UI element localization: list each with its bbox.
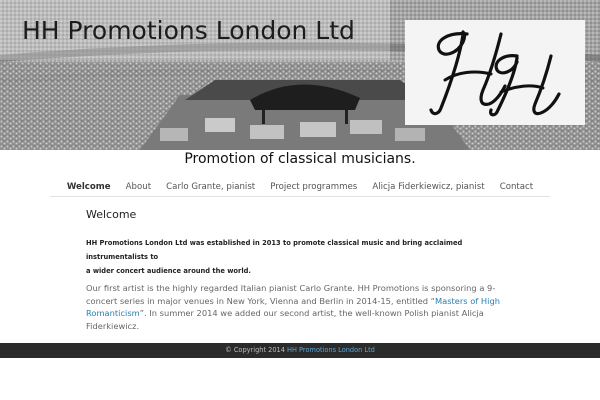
nav-item-welcome[interactable]: Welcome [67, 180, 111, 194]
intro-line-1: HH Promotions London Ltd was established… [86, 239, 463, 261]
footer: © Copyright 2014 HH Promotions London Lt… [0, 343, 600, 358]
intro-paragraph: HH Promotions London Ltd was established… [86, 236, 516, 278]
intro-line-2: a wider concert audience around the worl… [86, 267, 251, 275]
body-paragraph: Our first artist is the highly regarded … [86, 282, 516, 332]
nav-divider [50, 196, 550, 197]
nav-item-contact[interactable]: Contact [500, 180, 533, 194]
site-title[interactable]: HH Promotions London Ltd [22, 16, 355, 45]
hh-monogram-logo-icon [429, 30, 561, 117]
header-banner: HH Promotions London Ltd [0, 0, 600, 150]
footer-site-link[interactable]: HH Promotions London Ltd [287, 346, 375, 354]
logo[interactable] [405, 20, 585, 125]
site-tagline: Promotion of classical musicians. [184, 151, 416, 167]
body-text-part-1: Our first artist is the highly regarded … [86, 283, 496, 306]
page-title: Welcome [86, 208, 137, 221]
main-content: Welcome HH Promotions London Ltd was est… [86, 208, 516, 332]
nav-item-about[interactable]: About [126, 180, 151, 194]
main-nav: Welcome About Carlo Grante, pianist Proj… [0, 174, 600, 192]
nav-item-carlo-grante[interactable]: Carlo Grante, pianist [166, 180, 255, 194]
nav-item-project-programmes[interactable]: Project programmes [270, 180, 357, 194]
footer-copyright: © Copyright 2014 [225, 346, 285, 354]
body-text-part-2: ”. In summer 2014 we added our second ar… [86, 308, 484, 331]
nav-item-alicja-fiderkiewicz[interactable]: Alicja Fiderkiewicz, pianist [372, 180, 484, 194]
